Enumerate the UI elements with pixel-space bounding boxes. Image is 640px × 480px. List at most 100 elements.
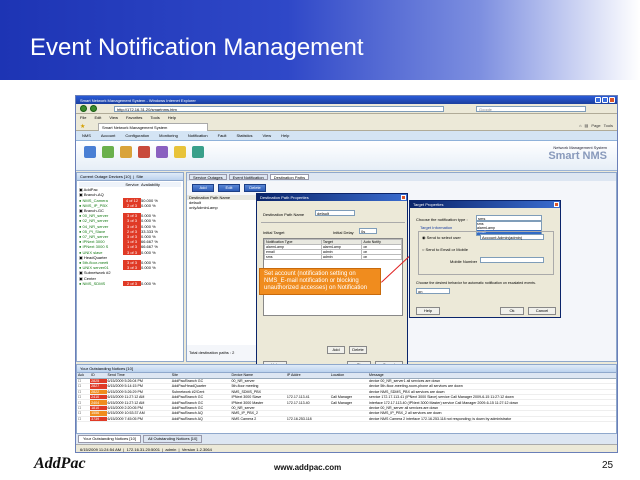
search-device-icon[interactable] (120, 146, 132, 158)
notification-cell: 6/15/2009 7:45:05 PM (106, 416, 171, 423)
initial-delay-label: Initial Delay (333, 230, 354, 235)
path-item-onlyadmin[interactable]: onlyAdminLamp (187, 205, 256, 210)
initial-delay-select[interactable]: 0s (359, 228, 377, 234)
tree-node-name: ● NMS_SDMS (79, 280, 106, 286)
target-cancel-button[interactable]: Cancel (528, 307, 556, 315)
notification-cell: NMS Camera 2 (230, 416, 286, 423)
favorites-bar: ★ Smart Network Management System ⌂ ▤ Pa… (76, 121, 617, 131)
browser-menu-help[interactable]: Help (168, 115, 176, 120)
back-icon[interactable] (80, 105, 87, 112)
browser-menu-file[interactable]: File (80, 115, 86, 120)
addpac-logo: AddPac (34, 455, 86, 472)
notification-tabs: Your Outstanding Notices [10] All Outsta… (76, 434, 617, 444)
search-input[interactable]: Google (476, 106, 586, 112)
event-icon[interactable] (156, 146, 168, 158)
tree-node-service: 2 of 3 (123, 280, 141, 287)
send-email-radio[interactable]: ○ Send to Email or Mobile (422, 247, 468, 252)
url-field[interactable]: http://172.16.31.20/smartnms.htm (114, 106, 444, 112)
tab-your-notices[interactable]: Your Outstanding Notices [10] (78, 435, 141, 443)
browser-tab[interactable]: Smart Network Management System (98, 123, 208, 131)
user-select[interactable]: Account Admin(admin) (480, 234, 544, 240)
home-icon[interactable]: ⌂ (579, 123, 581, 128)
site-tab[interactable]: Site (136, 174, 143, 179)
notifications-table: Ack ID Send Time Site Device Name IP Addre Loc… (77, 373, 616, 423)
status-datetime: 6/15/2009 11:24:54 AM (80, 447, 122, 452)
user-icon[interactable] (84, 146, 96, 158)
address-bar: http://172.16.31.20/smartnms.htm Google (76, 104, 617, 114)
behavior-select[interactable]: on (416, 288, 450, 294)
tree-node-availability: 0.000 % (141, 280, 156, 286)
notification-cell: device NMS Camera 2 interface 172.16.253… (368, 416, 616, 423)
browser-title: Smart Network Management System - Window… (80, 98, 196, 103)
tools-menu[interactable]: Tools (604, 123, 613, 128)
edit-button[interactable]: Edit (218, 184, 240, 192)
send-user-radio[interactable]: ◉ Send to select user (422, 235, 461, 240)
app-toolbar: Network Management System Smart NMS (76, 141, 617, 171)
footer-url[interactable]: www.addpac.com (274, 463, 341, 472)
app-menu-view[interactable]: View (263, 133, 272, 138)
app-menu-monitoring[interactable]: Monitoring (159, 133, 178, 138)
status-ip: 172.16.31.20:5001 (126, 447, 160, 452)
delete-target-button[interactable]: Delete (349, 346, 367, 354)
app-menu-notification[interactable]: Notification (188, 133, 208, 138)
favorites-star-icon[interactable]: ★ (80, 123, 85, 130)
tab-destination-paths[interactable]: Destination Paths (269, 174, 310, 180)
network-icon[interactable] (102, 146, 114, 158)
browser-menu-favorites[interactable]: Favorites (126, 115, 142, 120)
tab-service-outages[interactable]: Service Outages (189, 174, 227, 180)
tree-node[interactable]: ● NMS_SDMS 2 of 3 0.000 % (79, 280, 181, 287)
path-buttons: Add Edit Delete (192, 184, 266, 192)
notification-cell: ☐ (77, 416, 91, 423)
print-icon[interactable]: ▤ (585, 123, 589, 128)
close-icon[interactable] (401, 195, 406, 200)
browser-menu-view[interactable]: View (109, 115, 118, 120)
app-menu-account[interactable]: Account (101, 133, 115, 138)
target-help-button[interactable]: Help (416, 307, 440, 315)
app-menu-configuration[interactable]: Configuration (125, 133, 149, 138)
path-name-label: Destination Path Name (263, 212, 305, 217)
notifications-panel: Your Outstanding Notices [10] Ack ID Send … (76, 364, 617, 434)
notification-cell: 172.16.253.118 (285, 416, 330, 423)
close-icon[interactable] (609, 97, 615, 103)
path-name-field[interactable]: default (315, 210, 355, 216)
target-table: Notification Type Target Auto Notify alarmL… (264, 239, 402, 260)
status-version: Version 1.2.3064 (181, 447, 212, 452)
mobile-field[interactable] (480, 257, 544, 263)
panel-tabs: Service Outages Event Notification Destina… (187, 173, 616, 181)
app-menubar: NMS Account Configuration Monitoring Notific… (76, 131, 617, 141)
delete-button[interactable]: Delete (244, 184, 266, 192)
add-button[interactable]: Add (192, 184, 214, 192)
target-cell: sms (264, 254, 322, 260)
search-event-icon[interactable] (138, 146, 150, 158)
notification-row[interactable]: ☐ 3739 6/15/2009 7:45:05 PM AddPac/Branch A… (77, 416, 616, 423)
behavior-label: Choose the desired behavior for automati… (416, 281, 536, 285)
maximize-icon[interactable] (602, 97, 608, 103)
app-menu-nms[interactable]: NMS (82, 133, 91, 138)
target-row[interactable]: sms admin on (264, 254, 402, 260)
app-menu-help[interactable]: Help (281, 133, 289, 138)
notification-cell: AddPac/Branch AQ (170, 416, 231, 423)
tree-panel-title: Current Outage Devices [10] | Site (77, 173, 183, 181)
minimize-icon[interactable] (595, 97, 601, 103)
target-ok-button[interactable]: Ok (500, 307, 524, 315)
settings-icon[interactable] (174, 146, 186, 158)
browser-menu-edit[interactable]: Edit (94, 115, 101, 120)
tab-all-notices[interactable]: All Outstanding Notices [10] (143, 435, 203, 443)
forward-icon[interactable] (90, 105, 97, 112)
slide-header: Event Notification Management (0, 0, 640, 80)
notification-cell (329, 416, 369, 423)
add-target-button[interactable]: Add (327, 346, 345, 354)
target-dialog-title: Target Properties (410, 201, 560, 208)
type-label: Choose the notification type : (416, 217, 468, 222)
app-menu-statistics[interactable]: Statistics (237, 133, 253, 138)
app-menu-fault[interactable]: Fault (218, 133, 227, 138)
path-list: Destination Path Name default onlyAdminL… (187, 195, 257, 345)
tab-event-notification[interactable]: Event Notification (228, 174, 268, 180)
page-menu[interactable]: Page (591, 123, 600, 128)
browser-menu-tools[interactable]: Tools (150, 115, 159, 120)
topology-icon[interactable] (192, 146, 204, 158)
close-icon[interactable] (554, 202, 559, 207)
window-controls (595, 97, 615, 103)
target-cell: admin (320, 254, 363, 260)
brand-name: Smart NMS (548, 150, 607, 162)
